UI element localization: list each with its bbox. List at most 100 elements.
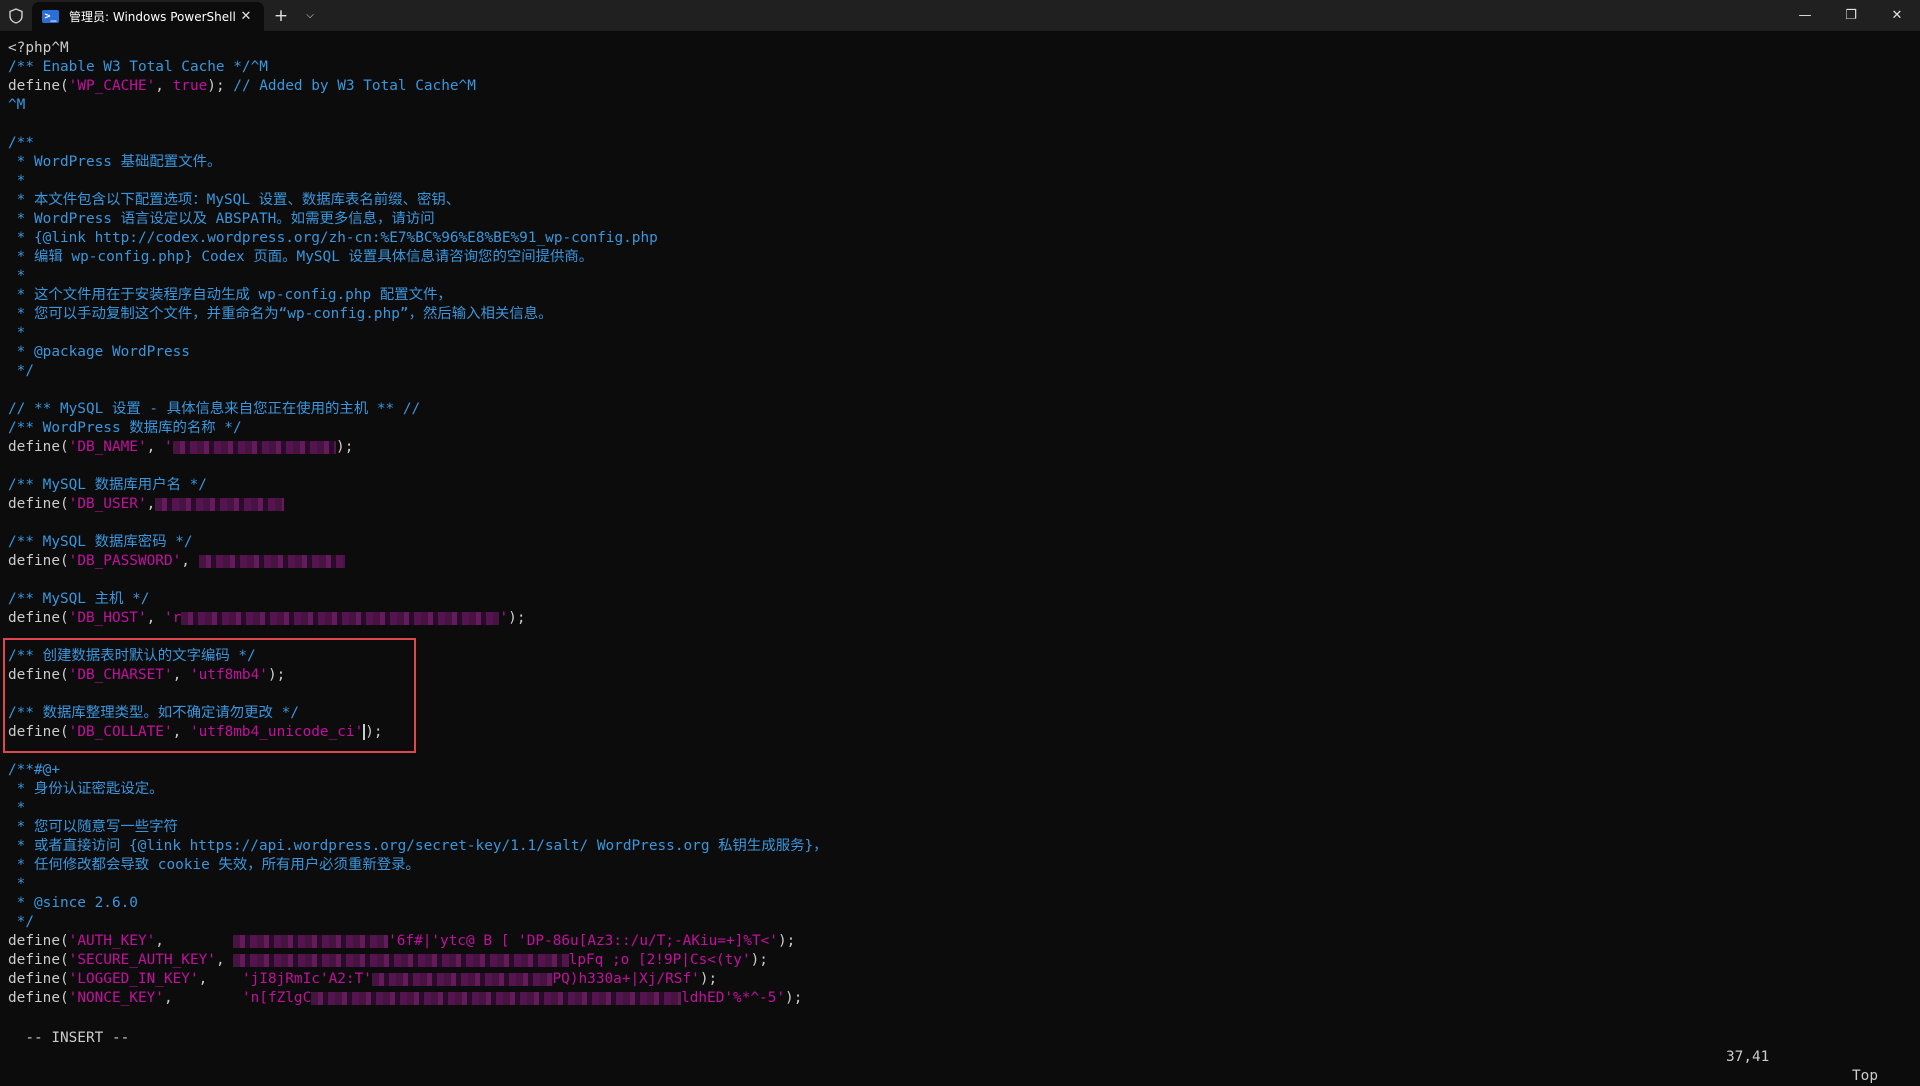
code-token: define( bbox=[8, 439, 69, 455]
code-line: * {@link http://codex.wordpress.org/zh-c… bbox=[8, 229, 1912, 248]
redacted-text bbox=[371, 972, 553, 986]
code-line: define('SECURE_AUTH_KEY', lpFq ;o [2!9P|… bbox=[8, 951, 1912, 970]
close-tab-icon[interactable]: ✕ bbox=[238, 9, 254, 24]
cursor-position: 37,41 bbox=[1726, 1049, 1770, 1065]
code-token: define( bbox=[8, 990, 69, 1006]
code-line: */ bbox=[8, 913, 1912, 932]
code-line: * 本文件包含以下配置选项：MySQL 设置、数据库表名前缀、密钥、 bbox=[8, 191, 1912, 210]
mode-indicator: -- INSERT -- bbox=[25, 1030, 130, 1046]
code-line: /** bbox=[8, 134, 1912, 153]
code-comment: * 或者直接访问 {@link https://api.wordpress.or… bbox=[8, 838, 828, 854]
code-line: * bbox=[8, 267, 1912, 286]
code-comment: * WordPress 语言设定以及 ABSPATH。如需更多信息，请访问 bbox=[8, 211, 435, 227]
code-string: true bbox=[172, 78, 208, 94]
code-line: define('NONCE_KEY', 'n[fZlgC ldhED'%*^-5'… bbox=[8, 989, 1912, 1008]
code-comment: * 您可以手动复制这个文件，并重命名为“wp-config.php”，然后输入相… bbox=[8, 306, 553, 322]
code-token: define( bbox=[8, 667, 69, 683]
code-line: /** MySQL 主机 */ bbox=[8, 590, 1912, 609]
code-comment: * WordPress 基础配置文件。 bbox=[8, 154, 222, 170]
code-line: /** MySQL 数据库用户名 */ bbox=[8, 476, 1912, 495]
code-string: PQ)h330a+|Xj/RSf' bbox=[552, 971, 700, 987]
code-comment: * 身份认证密匙设定。 bbox=[8, 781, 164, 797]
code-line: * WordPress 语言设定以及 ABSPATH。如需更多信息，请访问 bbox=[8, 210, 1912, 229]
code-token: ); bbox=[267, 667, 286, 683]
code-comment: /** 数据库整理类型。如不确定请勿更改 */ bbox=[8, 705, 299, 721]
code-comment: * {@link http://codex.wordpress.org/zh-c… bbox=[8, 230, 658, 246]
code-comment: */ bbox=[8, 914, 34, 930]
redacted-text bbox=[233, 953, 569, 967]
code-comment: /** MySQL 数据库密码 */ bbox=[8, 534, 193, 550]
code-token: ); bbox=[336, 439, 354, 455]
code-comment: * bbox=[8, 325, 26, 341]
code-string: 'WP_CACHE' bbox=[68, 78, 156, 94]
code-token: ); bbox=[777, 933, 796, 949]
code-comment: // Added by W3 Total Cache^M bbox=[233, 78, 476, 94]
code-string: 'DB_USER' bbox=[68, 496, 147, 512]
code-token: , bbox=[146, 496, 156, 512]
redacted-text bbox=[198, 554, 345, 568]
code-comment: * 编辑 wp-config.php} Codex 页面。MySQL 设置具体信… bbox=[8, 249, 594, 265]
minimize-button[interactable]: — bbox=[1782, 0, 1828, 31]
code-string: 'DB_HOST' bbox=[68, 610, 147, 626]
code-string: 'NONCE_KEY' bbox=[68, 990, 164, 1006]
code-comment: * 这个文件用在于安装程序自动生成 wp-config.php 配置文件， bbox=[8, 287, 452, 303]
code-comment: /**#@+ bbox=[8, 762, 60, 778]
code-token: , bbox=[163, 990, 242, 1006]
code-token: define( bbox=[8, 553, 69, 569]
code-line: * @package WordPress bbox=[8, 343, 1912, 362]
code-line: * bbox=[8, 875, 1912, 894]
restore-button[interactable]: ❐ bbox=[1828, 0, 1874, 31]
code-line: /** 数据库整理类型。如不确定请勿更改 */ bbox=[8, 704, 1912, 723]
code-token: ); bbox=[207, 78, 234, 94]
vim-status-line: -- INSERT -- 37,41 Top bbox=[8, 1010, 1912, 1084]
code-line: * 身份认证密匙设定。 bbox=[8, 780, 1912, 799]
code-token: define( bbox=[8, 724, 69, 740]
code-comment: /** Enable W3 Total Cache */^M bbox=[8, 59, 268, 75]
code-line: define('DB_CHARSET', 'utf8mb4'); bbox=[8, 666, 1912, 685]
new-tab-button[interactable]: + bbox=[264, 0, 298, 31]
code-string: 'LOGGED_IN_KEY' bbox=[68, 971, 199, 987]
code-comment: * bbox=[8, 876, 26, 892]
redacted-text bbox=[181, 611, 500, 625]
terminal-buffer[interactable]: <?php^M /** Enable W3 Total Cache */^M def… bbox=[8, 39, 1912, 1008]
chevron-down-icon[interactable]: ⌵ bbox=[298, 0, 322, 31]
code-comment: ^M bbox=[8, 97, 26, 113]
code-line: /** WordPress 数据库的名称 */ bbox=[8, 419, 1912, 438]
code-comment: */ bbox=[8, 363, 34, 379]
code-line: // ** MySQL 设置 - 具体信息来自您正在使用的主机 ** // bbox=[8, 400, 1912, 419]
code-line: /** Enable W3 Total Cache */^M bbox=[8, 58, 1912, 77]
close-window-button[interactable]: ✕ bbox=[1874, 0, 1920, 31]
code-token: ); bbox=[508, 610, 526, 626]
code-comment: /** bbox=[8, 135, 34, 151]
code-line: * 您可以手动复制这个文件，并重命名为“wp-config.php”，然后输入相… bbox=[8, 305, 1912, 324]
code-comment: /** MySQL 数据库用户名 */ bbox=[8, 477, 207, 493]
code-line: * 这个文件用在于安装程序自动生成 wp-config.php 配置文件， bbox=[8, 286, 1912, 305]
code-line: define('DB_USER', bbox=[8, 495, 1912, 514]
code-string: 'DB_COLLATE' bbox=[68, 724, 173, 740]
code-token: , bbox=[198, 971, 242, 987]
title-bar-drag-region[interactable] bbox=[322, 0, 1782, 31]
redacted-text bbox=[172, 440, 337, 454]
code-line: <?php^M bbox=[8, 39, 1912, 58]
code-comment: * @package WordPress bbox=[8, 344, 190, 360]
code-token: define( bbox=[8, 78, 69, 94]
code-comment: * @since 2.6.0 bbox=[8, 895, 138, 911]
code-string: 'utf8mb4_unicode_ci bbox=[189, 724, 355, 740]
code-token: define( bbox=[8, 496, 69, 512]
code-token: ); bbox=[699, 971, 718, 987]
code-line: * 您可以随意写一些字符 bbox=[8, 818, 1912, 837]
code-token: , bbox=[146, 439, 164, 455]
code-token: , bbox=[155, 78, 173, 94]
tab-powershell[interactable]: >_ 管理员: Windows PowerShell ✕ bbox=[32, 2, 264, 31]
scroll-position: Top bbox=[1852, 1068, 1878, 1084]
code-line: * 任何修改都会导致 cookie 失效，所有用户必须重新登录。 bbox=[8, 856, 1912, 875]
code-line: define('DB_PASSWORD', bbox=[8, 552, 1912, 571]
code-token: , bbox=[172, 724, 190, 740]
text-cursor: ' bbox=[354, 724, 366, 740]
code-string: 'SECURE_AUTH_KEY' bbox=[68, 952, 216, 968]
code-token: , bbox=[215, 952, 234, 968]
